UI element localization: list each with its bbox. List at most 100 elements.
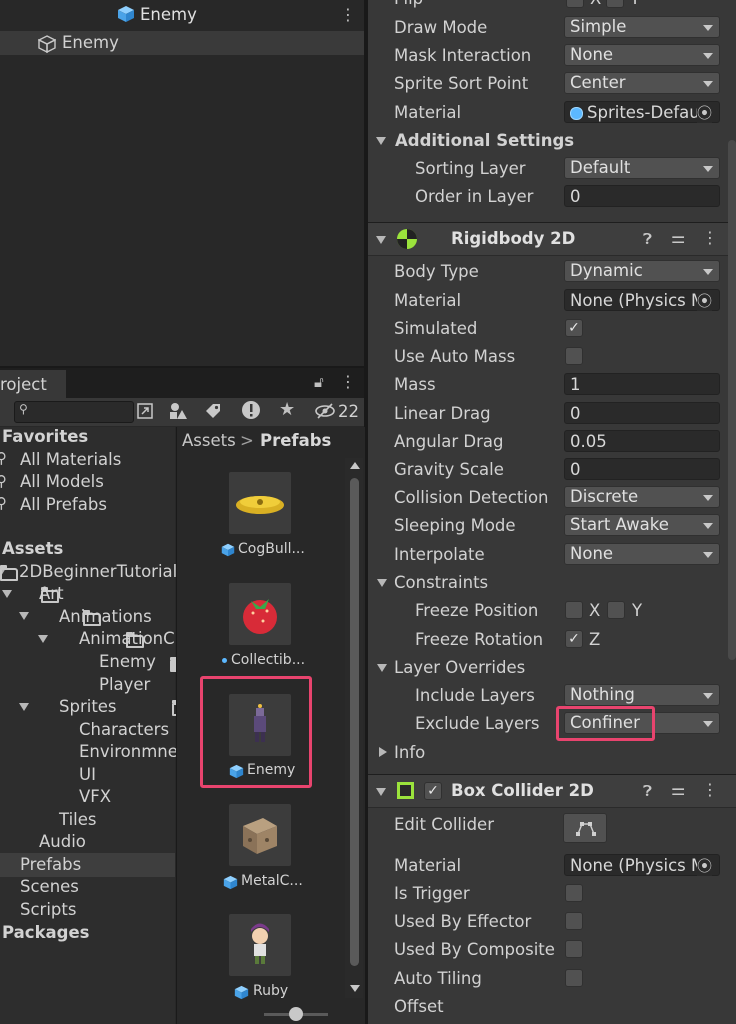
expand-arrow-icon[interactable] [38, 635, 48, 643]
folder-item[interactable]: 2DBeginnerTutorial [19, 562, 177, 582]
sorting-layer-dropdown[interactable]: Default [564, 157, 720, 179]
hierarchy-row[interactable]: Enemy [0, 31, 364, 55]
freeze-position-y-checkbox[interactable] [607, 601, 625, 619]
mask-interaction-dropdown[interactable]: None [564, 44, 720, 66]
presets-sliders-icon[interactable]: ⚌ [671, 228, 685, 247]
scroll-down-icon[interactable] [350, 985, 360, 992]
asset-thumbnail[interactable] [229, 804, 291, 866]
foldout-arrow-icon[interactable] [379, 747, 387, 757]
favorite-item[interactable]: All Prefabs [20, 495, 107, 515]
lock-icon[interactable]: 🔓︎ [314, 373, 324, 391]
scrollbar-thumb[interactable] [350, 478, 359, 966]
label-tag-icon[interactable] [204, 402, 222, 420]
shapes-icon[interactable] [168, 401, 188, 421]
folder-item[interactable]: Enemy [99, 652, 156, 672]
assets-heading[interactable]: Assets [2, 539, 63, 559]
favorite-item[interactable]: All Models [20, 472, 104, 492]
help-icon[interactable]: ❓︎ [643, 782, 652, 800]
foldout-arrow-icon[interactable] [376, 137, 386, 145]
auto-tiling-checkbox[interactable] [565, 969, 583, 987]
tab-project[interactable]: roject [0, 370, 66, 398]
folder-item[interactable]: Art [39, 584, 64, 604]
favorite-item[interactable]: All Materials [20, 450, 121, 470]
expand-arrow-icon[interactable] [19, 703, 29, 711]
foldout-arrow-icon[interactable] [376, 236, 386, 244]
layer-overrides-label[interactable]: Layer Overrides [394, 658, 525, 678]
more-menu-icon[interactable]: ⋮ [340, 372, 356, 391]
folder-item[interactable]: Audio [39, 832, 86, 852]
constraints-label[interactable]: Constraints [394, 573, 488, 593]
search-input[interactable]: ⚲ [14, 401, 134, 423]
order-in-layer-input[interactable]: 0 [564, 185, 720, 207]
boxcollider2d-header[interactable]: ✓ Box Collider 2D ❓︎ ⚌ ⋮ [368, 774, 736, 808]
draw-mode-dropdown[interactable]: Simple [564, 16, 720, 38]
is-trigger-checkbox[interactable] [565, 884, 583, 902]
body-type-dropdown[interactable]: Dynamic [564, 260, 720, 282]
include-layers-dropdown[interactable]: Nothing [564, 684, 720, 706]
linear-drag-input[interactable]: 0 [564, 402, 720, 424]
folder-item[interactable]: Sprites [59, 697, 117, 717]
foldout-arrow-icon[interactable] [377, 664, 387, 672]
folder-item[interactable]: Scenes [20, 877, 79, 897]
folder-item-selected[interactable]: Prefabs [20, 855, 81, 875]
asset-thumbnail[interactable] [229, 583, 291, 645]
warning-icon[interactable] [241, 400, 261, 420]
more-menu-icon[interactable]: ⋮ [340, 5, 356, 24]
folder-item[interactable]: AnimationCl [79, 629, 179, 649]
object-picker-icon[interactable]: ⦿ [697, 855, 713, 876]
additional-settings-label[interactable]: Additional Settings [395, 131, 574, 151]
hierarchy-title[interactable]: Enemy [140, 5, 197, 25]
packages-heading[interactable]: Packages [2, 923, 90, 943]
expand-arrow-icon[interactable] [19, 612, 29, 620]
inspector-scrollbar[interactable] [728, 140, 736, 660]
more-menu-icon[interactable]: ⋮ [702, 780, 718, 799]
flip-y-checkbox[interactable] [606, 0, 624, 8]
flip-x-checkbox[interactable] [566, 0, 584, 8]
foldout-arrow-icon[interactable] [377, 579, 387, 587]
used-by-composite-checkbox[interactable] [565, 940, 583, 958]
folder-item[interactable]: Characters [79, 720, 169, 740]
hidden-eye-icon[interactable] [314, 402, 336, 420]
object-picker-icon[interactable]: ⦿ [697, 290, 713, 311]
zoom-slider-handle[interactable] [289, 1007, 303, 1021]
simulated-checkbox[interactable]: ✓ [565, 319, 583, 337]
asset-thumbnail[interactable] [229, 914, 291, 976]
info-label[interactable]: Info [394, 743, 425, 763]
freeze-position-x-checkbox[interactable] [565, 601, 583, 619]
folder-item[interactable]: Player [99, 675, 150, 695]
gravity-scale-input[interactable]: 0 [564, 458, 720, 480]
search-by-type-icon[interactable] [136, 402, 154, 420]
sprite-sort-point-dropdown[interactable]: Center [564, 72, 720, 94]
angular-drag-input[interactable]: 0.05 [564, 430, 720, 452]
asset-thumbnail[interactable] [229, 472, 291, 534]
field-value: Sprites-Defau [587, 103, 700, 122]
presets-sliders-icon[interactable]: ⚌ [671, 780, 685, 799]
more-menu-icon[interactable]: ⋮ [702, 228, 718, 247]
prefab-cube-icon [221, 543, 235, 557]
freeze-rotation-z-checkbox[interactable]: ✓ [565, 630, 583, 648]
rigidbody2d-header[interactable]: Rigidbody 2D ❓︎ ⚌ ⋮ [368, 222, 736, 256]
breadcrumb-root[interactable]: Assets [182, 431, 236, 451]
mass-input[interactable]: 1 [564, 373, 720, 395]
object-picker-icon[interactable]: ⦿ [697, 102, 713, 123]
collision-detection-dropdown[interactable]: Discrete [564, 486, 720, 508]
folder-item[interactable]: VFX [79, 787, 111, 807]
interpolate-dropdown[interactable]: None [564, 543, 720, 565]
used-by-effector-checkbox[interactable] [565, 912, 583, 930]
star-favorite-icon[interactable]: ★ [279, 399, 295, 420]
asset-label: MetalC... [241, 873, 303, 889]
use-auto-mass-checkbox[interactable] [565, 347, 583, 365]
folder-item[interactable]: Environmne [79, 742, 178, 762]
folder-item[interactable]: Animations [59, 607, 152, 627]
folder-item[interactable]: Tiles [59, 810, 97, 830]
sleeping-mode-dropdown[interactable]: Start Awake [564, 514, 720, 536]
folder-item[interactable]: UI [79, 765, 96, 785]
edit-collider-button[interactable] [563, 813, 607, 843]
component-enabled-checkbox[interactable]: ✓ [424, 782, 442, 800]
foldout-arrow-icon[interactable] [376, 788, 386, 796]
favorites-heading[interactable]: Favorites [2, 427, 88, 447]
folder-item[interactable]: Scripts [20, 900, 76, 920]
help-icon[interactable]: ❓︎ [643, 230, 652, 248]
scroll-up-icon[interactable] [350, 462, 360, 469]
expand-arrow-icon[interactable] [2, 590, 12, 598]
